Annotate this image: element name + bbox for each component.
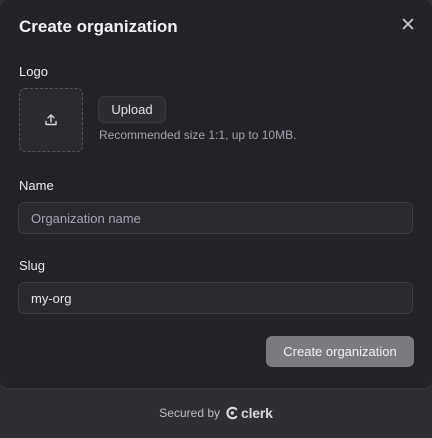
upload-icon	[45, 114, 57, 126]
secured-by-text: Secured by	[159, 406, 220, 420]
logo-label: Logo	[19, 64, 48, 79]
slug-label: Slug	[19, 258, 46, 273]
name-label: Name	[19, 178, 54, 193]
close-button[interactable]	[398, 14, 418, 34]
clerk-logo-icon	[226, 406, 238, 420]
logo-size-hint: Recommended size 1:1, up to 10MB.	[99, 128, 297, 142]
clerk-brand[interactable]: clerk	[226, 405, 273, 421]
create-organization-dialog: Create organization Logo Upload Recommen…	[0, 0, 432, 388]
logo-dropzone[interactable]	[19, 88, 83, 152]
clerk-brand-name: clerk	[241, 405, 273, 421]
create-organization-button[interactable]: Create organization	[266, 336, 414, 367]
close-icon	[402, 18, 414, 30]
organization-name-input[interactable]	[18, 202, 413, 234]
footer: Secured by clerk	[0, 388, 432, 438]
upload-button[interactable]: Upload	[98, 96, 166, 123]
dialog-title: Create organization	[19, 17, 178, 36]
slug-input[interactable]	[18, 282, 413, 314]
